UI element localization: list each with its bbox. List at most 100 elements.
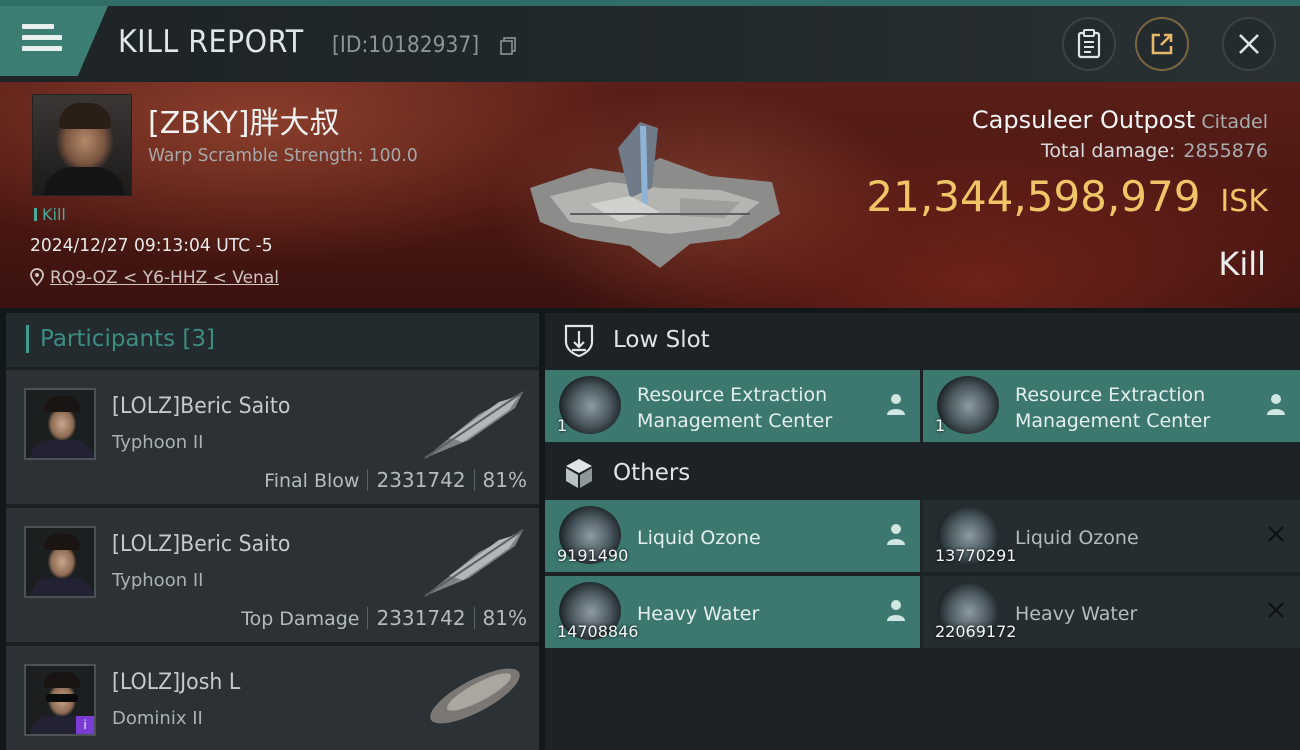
- avatar-suit: [30, 440, 94, 458]
- cargo-item[interactable]: 14708846 Heavy Water: [545, 576, 920, 648]
- item-name-line: Management Center: [637, 410, 833, 432]
- participant-damage: 2331742: [376, 468, 466, 492]
- item-name-line: Management Center: [1015, 410, 1211, 432]
- fitted-item[interactable]: 1 Resource Extraction Management Center: [923, 370, 1300, 442]
- battleship-render: [430, 668, 520, 724]
- participant-card[interactable]: [LOLZ]Beric Saito Typhoon II Final Blow 2…: [6, 370, 539, 504]
- destroyed-x-icon: [1268, 526, 1284, 542]
- participants-count: [3]: [182, 326, 216, 352]
- battleship-render: [424, 529, 524, 597]
- victim-portrait[interactable]: [32, 94, 132, 196]
- item-quantity: 13770291: [935, 546, 1017, 565]
- module-icon: [559, 376, 621, 434]
- victim-banner: [ZBKY]胖大叔 Warp Scramble Strength: 100.0 …: [0, 82, 1300, 308]
- participant-ship: Dominix II: [112, 708, 203, 729]
- isk-unit: ISK: [1220, 184, 1268, 219]
- participant-stats: Final Blow 2331742 81%: [264, 468, 527, 492]
- isk-amount: 21,344,598,979: [866, 172, 1201, 221]
- low-slot-label: Low Slot: [613, 327, 710, 353]
- participant-avatar[interactable]: i: [24, 664, 96, 736]
- participant-name: [LOLZ]Beric Saito: [112, 394, 291, 419]
- header-accent-line: [0, 0, 1300, 6]
- cargo-item[interactable]: 22069172 Heavy Water: [923, 576, 1300, 648]
- warp-scramble-strength: Warp Scramble Strength: 100.0: [148, 145, 418, 166]
- battleship-render: [424, 391, 524, 459]
- citadel-render: [530, 122, 780, 268]
- portrait-body: [43, 167, 125, 195]
- item-name: Resource Extraction Management Center: [1015, 382, 1210, 434]
- share-icon: [1151, 33, 1173, 55]
- items-panel: Low Slot 1 Resource Extraction Management…: [545, 313, 1300, 750]
- menu-button[interactable]: [22, 24, 62, 56]
- kill-tag-bar: [34, 208, 37, 221]
- dropped-person-icon: [887, 394, 905, 415]
- stats-separator: [473, 469, 475, 491]
- page-title: KILL REPORT: [118, 24, 304, 60]
- item-quantity: 1: [935, 416, 946, 435]
- clipboard-button[interactable]: [1062, 17, 1116, 71]
- item-quantity: 14708846: [557, 622, 639, 641]
- item-quantity: 1: [557, 416, 568, 435]
- total-damage-value: 2855876: [1183, 140, 1268, 162]
- menu-icon-line: [22, 24, 54, 29]
- item-name: Liquid Ozone: [1015, 527, 1139, 549]
- stats-separator: [367, 469, 369, 491]
- item-name: Heavy Water: [637, 603, 760, 625]
- victim-ship-class: Citadel: [1201, 111, 1268, 133]
- participant-card[interactable]: [LOLZ]Beric Saito Typhoon II Top Damage 2…: [6, 508, 539, 642]
- kill-datetime: 2024/12/27 09:13:04 UTC -5: [30, 235, 273, 256]
- clipboard-icon: [1077, 29, 1101, 59]
- victim-ship: Capsuleer Outpost Citadel: [972, 106, 1268, 134]
- avatar-glasses: [46, 694, 78, 702]
- dropped-person-icon: [887, 600, 905, 621]
- participant-percent: 81%: [482, 468, 527, 492]
- menu-icon-line: [22, 35, 62, 40]
- close-button[interactable]: [1222, 17, 1276, 71]
- low-slot-icon: [564, 324, 594, 357]
- report-id: [ID:10182937]: [332, 33, 480, 58]
- total-damage-label: Total damage:: [1040, 140, 1176, 162]
- location-pin-icon: [30, 268, 44, 286]
- header-bar: KILL REPORT [ID:10182937]: [0, 0, 1300, 82]
- item-quantity: 22069172: [935, 622, 1017, 641]
- stats-separator: [473, 607, 475, 629]
- participant-name: [LOLZ]Josh L: [112, 670, 241, 695]
- participant-stats: Top Damage 2331742 81%: [241, 606, 527, 630]
- share-button[interactable]: [1135, 17, 1189, 71]
- cargo-box-icon: [566, 459, 592, 488]
- item-name-line: Resource Extraction: [1015, 384, 1206, 406]
- menu-icon-line: [22, 46, 62, 51]
- fitted-item[interactable]: 1 Resource Extraction Management Center: [545, 370, 920, 442]
- info-badge-icon[interactable]: i: [76, 716, 94, 734]
- participant-avatar[interactable]: [24, 388, 96, 460]
- victim-ship-name: Capsuleer Outpost: [971, 106, 1196, 134]
- result-label: Kill: [1218, 245, 1266, 283]
- participant-avatar[interactable]: [24, 526, 96, 598]
- item-quantity: 9191490: [557, 546, 629, 565]
- participant-role: Top Damage: [241, 608, 360, 630]
- portrait-hair: [59, 103, 111, 129]
- participants-panel: Participants [3] [LOLZ]Beric Saito Typho…: [6, 313, 539, 750]
- copy-icon[interactable]: [500, 37, 516, 55]
- participant-ship: Typhoon II: [112, 432, 204, 453]
- participants-header-bar: [26, 325, 29, 353]
- destroyed-x-icon: [1268, 602, 1284, 618]
- cargo-item[interactable]: 13770291 Liquid Ozone: [923, 500, 1300, 572]
- dropped-person-icon: [1267, 394, 1285, 415]
- participants-header: Participants [3]: [6, 313, 539, 367]
- participant-name: [LOLZ]Beric Saito: [112, 532, 291, 557]
- avatar-hair: [44, 672, 80, 688]
- item-name: Liquid Ozone: [637, 527, 761, 549]
- participant-card[interactable]: i [LOLZ]Josh L Dominix II: [6, 646, 539, 750]
- participants-title: Participants [3]: [40, 326, 215, 352]
- location-link[interactable]: RQ9-OZ < Y6-HHZ < Venal: [50, 268, 279, 288]
- item-name-line: Resource Extraction: [637, 384, 828, 406]
- participant-ship: Typhoon II: [112, 570, 204, 591]
- participant-role: Final Blow: [264, 470, 360, 492]
- avatar-hair: [44, 534, 80, 550]
- cargo-item[interactable]: 9191490 Liquid Ozone: [545, 500, 920, 572]
- participant-percent: 81%: [482, 606, 527, 630]
- isk-value: 21,344,598,979 ISK: [866, 172, 1268, 221]
- kill-location[interactable]: RQ9-OZ < Y6-HHZ < Venal: [30, 268, 279, 288]
- close-icon: [1239, 34, 1259, 54]
